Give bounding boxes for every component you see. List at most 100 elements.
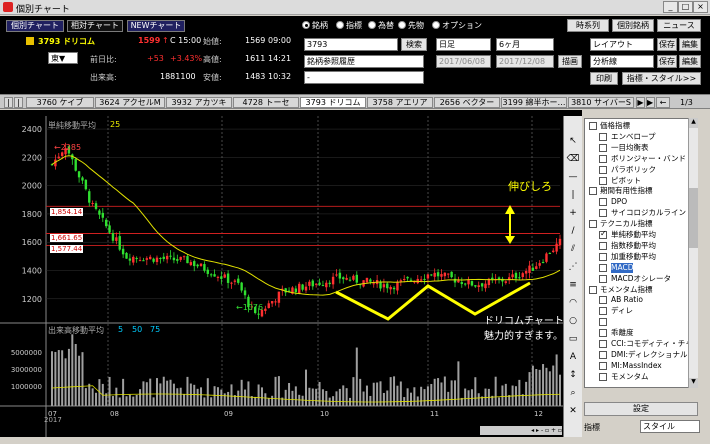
indicator-checkbox[interactable] xyxy=(599,143,607,152)
measure-icon[interactable]: ↕ xyxy=(565,368,581,382)
arc-icon[interactable]: ◠ xyxy=(565,296,581,310)
indicator-checkbox[interactable] xyxy=(599,241,607,250)
stock-tab-7[interactable]: 3199 綿半ホー… xyxy=(501,97,567,108)
indicator-item[interactable]: DPO xyxy=(585,197,697,207)
tab-individual-chart[interactable]: 個別チャート xyxy=(6,20,64,32)
indicator-checkbox[interactable] xyxy=(599,165,607,174)
radio-index[interactable] xyxy=(336,21,344,29)
analysis-save-button[interactable]: 保存 xyxy=(657,55,677,68)
radio-options[interactable] xyxy=(432,21,440,29)
indicator-checkbox[interactable] xyxy=(589,122,597,130)
scroll-up-icon[interactable]: ▲ xyxy=(689,118,698,128)
indicator-item[interactable]: パラボリック xyxy=(585,165,697,175)
indicator-group[interactable]: モメンタム指標 xyxy=(585,285,697,295)
indicator-checkbox[interactable] xyxy=(599,340,607,348)
stock-tab-2[interactable]: 3932 アカツキ xyxy=(166,97,232,108)
stock-tab-1[interactable]: 3624 アクセルM xyxy=(95,97,165,108)
minimize-button[interactable]: _ xyxy=(663,1,678,13)
tab-next-icon[interactable]: ▶ xyxy=(636,97,645,108)
scroll-down-icon[interactable]: ▼ xyxy=(689,378,698,388)
channel-icon[interactable]: ⫽ xyxy=(565,242,581,256)
indicator-item[interactable]: ボリンジャー・バンド xyxy=(585,154,697,164)
price-chart[interactable]: 2400 2200 2000 1800 1600 1400 1200 5000000 30000… xyxy=(0,116,582,437)
cursor-icon[interactable]: ↖ xyxy=(565,134,581,148)
stock-tab-8[interactable]: 3810 サイバーS xyxy=(568,97,634,108)
layout-edit-button[interactable]: 編集 xyxy=(679,38,701,51)
stock-tab-0[interactable]: 3760 ケイブ xyxy=(26,97,94,108)
indicator-checkbox[interactable] xyxy=(589,187,597,196)
indicator-item[interactable]: 単純移動平均 xyxy=(585,229,697,240)
style-select[interactable]: スタイル xyxy=(640,420,700,433)
chart-scroll-controls[interactable]: ◂ ▸ - ▫ + ▫ xyxy=(480,426,562,435)
indicator-item[interactable]: MI:MassIndex xyxy=(585,361,697,371)
indicator-checkbox[interactable] xyxy=(599,154,607,163)
indicator-checkbox[interactable] xyxy=(589,220,597,229)
timeseries-button[interactable]: 時系列 xyxy=(567,19,609,32)
close-button[interactable]: × xyxy=(693,1,708,13)
indicator-item[interactable]: DMI:ディレクショナル xyxy=(585,350,697,360)
indicator-item[interactable]: 一目均衡表 xyxy=(585,143,697,153)
layout-save-button[interactable]: 保存 xyxy=(657,38,677,51)
indicator-list[interactable]: 価格指標 エンベロープ 一目均衡表 ボリンジャー・バンド パラボリック ピボット 期間有用性… xyxy=(584,118,698,388)
stock-tab-5[interactable]: 3758 アエリア xyxy=(367,97,433,108)
radio-stock[interactable] xyxy=(302,21,310,29)
delete-drawing-icon[interactable]: ✕ xyxy=(565,404,581,418)
indicator-checkbox[interactable] xyxy=(599,350,607,359)
maximize-button[interactable]: □ xyxy=(678,1,693,13)
indicator-checkbox[interactable] xyxy=(599,372,607,381)
stock-tab-4[interactable]: 3793 ドリコム xyxy=(300,97,366,108)
indicator-checkbox[interactable] xyxy=(599,329,607,338)
indicator-item[interactable]: モメンタム xyxy=(585,372,697,382)
indicator-style-button[interactable]: 指標・スタイル>> xyxy=(622,72,701,85)
draw-button[interactable]: 描画 xyxy=(558,55,582,68)
fan-icon[interactable]: ⋰ xyxy=(565,260,581,274)
tab-scroll-left[interactable]: | xyxy=(4,97,13,108)
tab-scroll-left2[interactable]: | xyxy=(14,97,23,108)
text-icon[interactable]: A xyxy=(565,350,581,364)
indicator-item[interactable]: MACD xyxy=(585,262,697,273)
date-from-input[interactable]: 2017/06/08 xyxy=(436,55,491,68)
eraser-icon[interactable]: ⌫ xyxy=(565,152,581,166)
indicator-checkbox[interactable] xyxy=(599,361,607,370)
search-button[interactable]: 検索 xyxy=(401,38,427,51)
indicator-item[interactable]: ピボット xyxy=(585,176,697,186)
cross-icon[interactable]: + xyxy=(565,206,581,220)
tab-relative-chart[interactable]: 相対チャート xyxy=(67,20,123,32)
indicator-item[interactable]: ディレ xyxy=(585,306,697,316)
indicator-group[interactable]: 期間有用性指標 xyxy=(585,186,697,196)
print-button[interactable]: 印刷 xyxy=(590,72,618,85)
vline-icon[interactable]: | xyxy=(565,188,581,202)
indicator-checkbox[interactable] xyxy=(599,198,607,207)
indicator-item[interactable]: CCI:コモディティ・チャ xyxy=(585,339,697,349)
stock-tab-3[interactable]: 4728 トーセ xyxy=(233,97,299,108)
market-select[interactable]: 東▼ xyxy=(48,52,78,64)
hline-icon[interactable]: — xyxy=(565,170,581,184)
tab-last-icon[interactable]: ▶| xyxy=(646,97,655,108)
history-select[interactable]: 銘柄参照履歴 xyxy=(304,55,424,68)
trendline-icon[interactable]: / xyxy=(565,224,581,238)
ellipse-icon[interactable]: ○ xyxy=(565,314,581,328)
date-to-input[interactable]: 2017/12/08 xyxy=(496,55,554,68)
indicator-group[interactable]: テクニカル指標 xyxy=(585,219,697,229)
indicator-checkbox[interactable] xyxy=(599,274,607,283)
radio-futures[interactable] xyxy=(398,21,406,29)
indicator-item[interactable] xyxy=(585,317,697,327)
tab-back-icon[interactable]: ← xyxy=(656,97,670,108)
code-input[interactable]: 3793 xyxy=(304,38,398,51)
indicator-item[interactable]: エンベロープ xyxy=(585,132,697,142)
period-span-select[interactable]: 6ヶ月 xyxy=(496,38,554,51)
indicator-item[interactable]: AB Ratio xyxy=(585,295,697,305)
indicator-item[interactable]: 指数移動平均 xyxy=(585,241,697,251)
settings-button[interactable]: 設定 xyxy=(584,402,698,416)
history-blank-select[interactable]: - xyxy=(304,71,424,84)
indicator-scrollbar[interactable]: ▲ ▼ xyxy=(688,118,698,388)
indicator-group[interactable]: 価格指標 xyxy=(585,121,697,131)
indicator-checkbox[interactable] xyxy=(589,285,597,294)
indicator-checkbox[interactable] xyxy=(599,209,607,218)
indicator-item[interactable]: 加重移動平均 xyxy=(585,252,697,262)
analysis-edit-button[interactable]: 編集 xyxy=(679,55,701,68)
layout-select[interactable]: レイアウト xyxy=(590,38,654,51)
scroll-thumb[interactable] xyxy=(689,188,698,248)
stock-tab-6[interactable]: 2656 ベクター xyxy=(434,97,500,108)
news-button[interactable]: ニュース xyxy=(657,19,701,32)
